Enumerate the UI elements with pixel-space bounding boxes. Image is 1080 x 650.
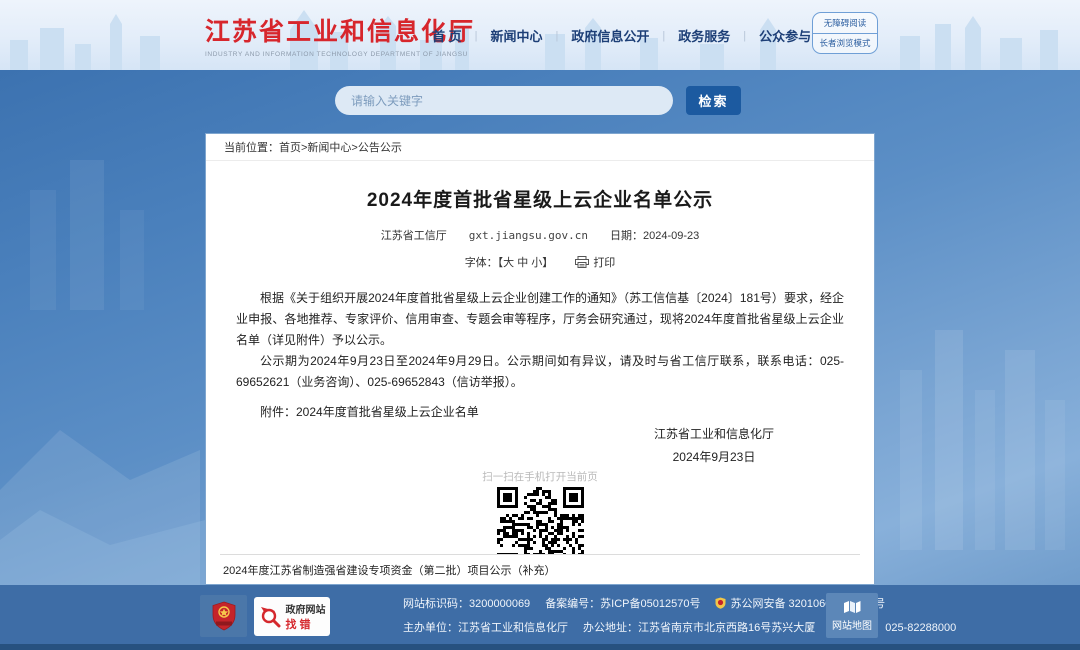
breadcrumb-label: 当前位置：: [224, 139, 279, 155]
printer-icon: [575, 256, 589, 268]
nav-item-participation[interactable]: 公众参与: [759, 26, 811, 45]
barrier-free-reading-button[interactable]: 无障碍阅读: [813, 13, 877, 34]
signature-block: 江苏省工业和信息化厅 2024年9月23日: [206, 426, 874, 466]
nav-separator: |: [475, 30, 478, 42]
icp-record[interactable]: 备案编号：苏ICP备05012570号: [545, 595, 700, 611]
font-size-controls[interactable]: 字体：【大 中 小】: [465, 254, 554, 270]
article-title: 2024年度首批省星级上云企业名单公示: [206, 185, 874, 212]
article-date: 日期：2024-09-23: [610, 227, 699, 243]
article-meta: 江苏省工信厅 gxt.jiangsu.gov.cn 日期：2024-09-23: [206, 227, 874, 243]
police-emblem-icon: [715, 597, 726, 609]
signature-date: 2024年9月23日: [654, 449, 774, 465]
nav-item-home[interactable]: 首 页: [432, 26, 462, 45]
article-source: 江苏省工信厅: [381, 227, 447, 243]
red-shield-icon: [211, 601, 237, 631]
page: 江苏省工业和信息化厅 INDUSTRY AND INFORMATION TECH…: [0, 0, 1080, 650]
nav-item-news[interactable]: 新闻中心: [490, 26, 542, 45]
qr-caption: 扫一扫在手机打开当前页: [206, 469, 874, 484]
nav-item-services[interactable]: 政务服务: [678, 26, 730, 45]
map-icon: [843, 600, 861, 614]
elder-mode-button[interactable]: 长者浏览模式: [813, 34, 877, 54]
qr-holder: [206, 487, 874, 554]
main-navigation: 首 页 | 新闻中心 | 政府信息公开 | 政务服务 | 公众参与: [432, 26, 811, 45]
footer-line-2: 主办单位：江苏省工业和信息化厅 办公地址：江苏省南京市北京西路16号苏兴大厦 联…: [403, 619, 971, 635]
search-bar: 检索: [0, 85, 1080, 117]
attachment-link[interactable]: 附件：2024年度首批省星级上云企业名单: [206, 403, 874, 420]
paragraph: 根据《关于组织开展2024年度首批省星级上云企业创建工作的通知》（苏工信信基〔2…: [236, 288, 844, 351]
print-label: 打印: [593, 254, 615, 270]
article-tools: 字体：【大 中 小】 打印: [206, 254, 874, 270]
site-title-english: INDUSTRY AND INFORMATION TECHNOLOGY DEPA…: [205, 51, 475, 58]
nav-separator: |: [743, 30, 746, 42]
article: 2024年度首批省星级上云企业名单公示 江苏省工信厅 gxt.jiangsu.g…: [206, 161, 874, 554]
search-button[interactable]: 检索: [686, 86, 741, 115]
paragraph: 公示期为2024年9月23日至2024年9月29日。公示期间如有异议，请及时与省…: [236, 351, 844, 393]
sitemap-button[interactable]: 网站地图: [826, 593, 878, 638]
related-announcement-link[interactable]: 2024年度江苏省制造强省建设专项资金（第二批）项目公示（补充）: [223, 562, 555, 578]
footer-info: 网站标识码：3200000069 备案编号：苏ICP备05012570号 苏公网…: [403, 595, 971, 643]
nav-separator: |: [556, 30, 559, 42]
magnifier-icon: [259, 605, 281, 629]
signature-org: 江苏省工业和信息化厅: [654, 426, 774, 442]
related-link-row: 2024年度江苏省制造强省建设专项资金（第二批）项目公示（补充）: [206, 555, 874, 584]
breadcrumb-path[interactable]: 首页>新闻中心>公告公示: [279, 139, 402, 155]
find-error-badge[interactable]: 政府网站 找错: [254, 597, 330, 636]
office-address: 办公地址：江苏省南京市北京西路16号苏兴大厦: [583, 619, 815, 635]
nav-separator: |: [662, 30, 665, 42]
print-button[interactable]: 打印: [575, 254, 615, 270]
nav-item-info-disclosure[interactable]: 政府信息公开: [571, 26, 649, 45]
footer-bottom-strip: [0, 644, 1080, 650]
find-error-line1: 政府网站: [286, 601, 326, 616]
find-error-line2: 找错: [286, 616, 326, 632]
accessibility-box: 无障碍阅读 长者浏览模式: [812, 12, 878, 54]
page-footer: 政府网站 找错 网站标识码：3200000069 备案编号：苏ICP备05012…: [0, 585, 1080, 650]
search-input[interactable]: [335, 86, 673, 115]
article-site-url: gxt.jiangsu.gov.cn: [469, 229, 588, 242]
qr-code: [497, 487, 584, 554]
article-body: 根据《关于组织开展2024年度首批省星级上云企业创建工作的通知》（苏工信信基〔2…: [206, 288, 874, 393]
organizer: 主办单位：江苏省工业和信息化厅: [403, 619, 568, 635]
breadcrumb: 当前位置： 首页>新闻中心>公告公示: [206, 134, 874, 161]
sitemap-label: 网站地图: [832, 617, 872, 632]
content-card: 当前位置： 首页>新闻中心>公告公示 2024年度首批省星级上云企业名单公示 江…: [205, 133, 875, 585]
site-header: 江苏省工业和信息化厅 INDUSTRY AND INFORMATION TECH…: [0, 0, 1080, 70]
footer-line-1: 网站标识码：3200000069 备案编号：苏ICP备05012570号 苏公网…: [403, 595, 971, 611]
government-site-badge[interactable]: [200, 595, 247, 637]
site-id-code: 网站标识码：3200000069: [403, 595, 530, 611]
